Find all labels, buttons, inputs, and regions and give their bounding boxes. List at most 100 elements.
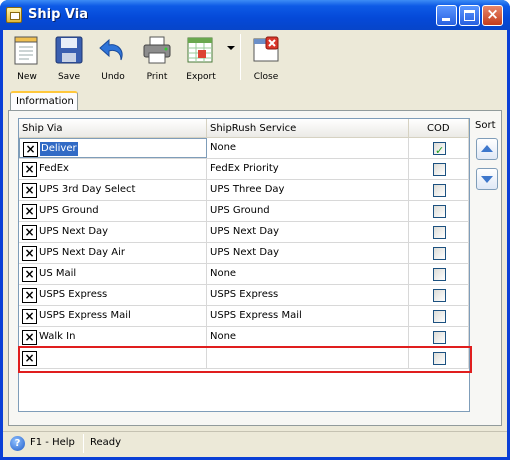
delete-row-icon[interactable]: ×	[22, 225, 37, 240]
cod-cell	[409, 306, 469, 326]
ship-via-text: UPS Ground	[39, 205, 99, 216]
ship-via-text: UPS 3rd Day Select	[39, 184, 136, 195]
cod-checkbox[interactable]	[433, 163, 446, 176]
table-row[interactable]: × UPS 3rd Day Select UPS Three Day	[19, 180, 469, 201]
delete-row-icon[interactable]: ×	[22, 309, 37, 324]
ship-via-text: US Mail	[39, 268, 77, 279]
cod-checkbox[interactable]	[433, 247, 446, 260]
window: Ship Via × New Save Undo Print Export Cl…	[0, 0, 510, 460]
tab-information[interactable]: Information	[10, 91, 78, 111]
arrow-down-icon	[481, 176, 493, 183]
shiprush-service-cell[interactable]: None	[207, 264, 409, 284]
help-text: F1 - Help	[30, 437, 75, 448]
table-row[interactable]: × UPS Ground UPS Ground	[19, 201, 469, 222]
ship-via-cell[interactable]: × USPS Express Mail	[19, 306, 207, 326]
ship-via-cell[interactable]: × FedEx	[19, 159, 207, 179]
export-spreadsheet-icon	[187, 37, 213, 63]
column-header-shiprush-service[interactable]: ShipRush Service	[207, 119, 409, 138]
cod-checkbox[interactable]	[433, 141, 446, 161]
ship-via-cell[interactable]: × UPS Ground	[19, 201, 207, 221]
title-bar[interactable]: Ship Via ×	[0, 0, 510, 30]
column-header-cod[interactable]: COD	[409, 119, 469, 138]
cod-checkbox[interactable]	[433, 310, 446, 323]
maximize-icon	[464, 10, 475, 21]
status-bar: ? F1 - Help Ready	[3, 431, 507, 455]
table-row[interactable]: × US Mail None	[19, 264, 469, 285]
shiprush-service-cell[interactable]: UPS Next Day	[207, 222, 409, 242]
export-label: Export	[186, 72, 216, 82]
undo-button[interactable]: Undo	[93, 32, 133, 84]
app-icon	[6, 7, 22, 23]
shiprush-service-cell[interactable]: None	[207, 138, 409, 158]
cod-cell	[409, 201, 469, 221]
printer-icon	[143, 36, 171, 64]
table-row[interactable]: × UPS Next Day UPS Next Day	[19, 222, 469, 243]
table-row[interactable]: × FedEx FedEx Priority	[19, 159, 469, 180]
grid-header: Ship Via ShipRush Service COD	[19, 119, 469, 138]
status-text: Ready	[90, 437, 122, 448]
delete-row-icon[interactable]: ×	[22, 246, 37, 261]
sort-up-button[interactable]	[476, 138, 498, 160]
cod-checkbox[interactable]	[433, 268, 446, 281]
cod-checkbox[interactable]	[433, 184, 446, 197]
close-window-button[interactable]: ×	[482, 5, 503, 26]
minimize-button[interactable]	[436, 5, 457, 26]
delete-row-icon[interactable]: ×	[22, 330, 37, 345]
save-button[interactable]: Save	[49, 32, 89, 84]
table-row[interactable]: × USPS Express USPS Express	[19, 285, 469, 306]
shiprush-service-cell[interactable]: UPS Ground	[207, 201, 409, 221]
table-row[interactable]: × UPS Next Day Air UPS Next Day	[19, 243, 469, 264]
export-dropdown-icon[interactable]	[227, 46, 235, 50]
ship-via-cell[interactable]: × USPS Express	[19, 285, 207, 305]
close-form-icon	[253, 36, 279, 62]
cod-checkbox[interactable]	[433, 331, 446, 344]
delete-row-icon[interactable]: ×	[22, 183, 37, 198]
shiprush-service-cell[interactable]: None	[207, 327, 409, 347]
delete-row-icon[interactable]: ×	[23, 142, 38, 157]
ship-via-text: UPS Next Day Air	[39, 247, 126, 258]
close-label: Close	[253, 72, 279, 82]
ship-via-cell[interactable]: × Walk In	[19, 327, 207, 347]
ship-via-text: Deliver	[40, 142, 78, 156]
sort-label: Sort	[475, 120, 496, 131]
information-panel: Ship Via ShipRush Service COD × Deliver No…	[8, 110, 502, 426]
ship-via-text: UPS Next Day	[39, 226, 109, 237]
delete-row-icon[interactable]: ×	[22, 267, 37, 282]
ship-via-text: Walk In	[39, 331, 76, 342]
delete-row-icon[interactable]: ×	[22, 162, 37, 177]
ship-via-cell[interactable]: × UPS 3rd Day Select	[19, 180, 207, 200]
delete-row-icon[interactable]: ×	[22, 288, 37, 303]
column-header-ship-via[interactable]: Ship Via	[19, 119, 207, 138]
shiprush-service-cell[interactable]: UPS Three Day	[207, 180, 409, 200]
shiprush-service-cell[interactable]: FedEx Priority	[207, 159, 409, 179]
delete-row-icon[interactable]: ×	[22, 204, 37, 219]
ship-via-text: USPS Express	[39, 289, 108, 300]
cod-checkbox[interactable]	[433, 205, 446, 218]
maximize-button[interactable]	[459, 5, 480, 26]
cod-checkbox[interactable]	[433, 289, 446, 302]
export-button[interactable]: Export	[181, 32, 221, 84]
table-row[interactable]: × Walk In None	[19, 327, 469, 348]
close-button[interactable]: Close	[246, 32, 286, 84]
shiprush-service-cell[interactable]: USPS Express	[207, 285, 409, 305]
floppy-disk-icon	[55, 36, 83, 64]
undo-arrow-icon	[99, 38, 123, 61]
ship-via-cell[interactable]: × Deliver	[19, 138, 207, 158]
ship-via-cell[interactable]: × UPS Next Day	[19, 222, 207, 242]
print-button[interactable]: Print	[137, 32, 177, 84]
ship-via-cell[interactable]: × UPS Next Day Air	[19, 243, 207, 263]
new-button[interactable]: New	[7, 32, 47, 84]
table-row[interactable]: × USPS Express Mail USPS Express Mail	[19, 306, 469, 327]
shiprush-service-cell[interactable]: USPS Express Mail	[207, 306, 409, 326]
sort-down-button[interactable]	[476, 168, 498, 190]
shiprush-service-cell[interactable]: UPS Next Day	[207, 243, 409, 263]
cod-cell	[409, 243, 469, 263]
help-icon[interactable]: ?	[10, 436, 25, 451]
minimize-icon	[442, 18, 450, 21]
arrow-up-icon	[481, 145, 493, 152]
ship-via-cell[interactable]: × US Mail	[19, 264, 207, 284]
close-icon: ×	[486, 5, 499, 23]
cod-checkbox[interactable]	[433, 226, 446, 239]
cod-cell	[409, 264, 469, 284]
table-row[interactable]: × Deliver None	[19, 138, 469, 161]
